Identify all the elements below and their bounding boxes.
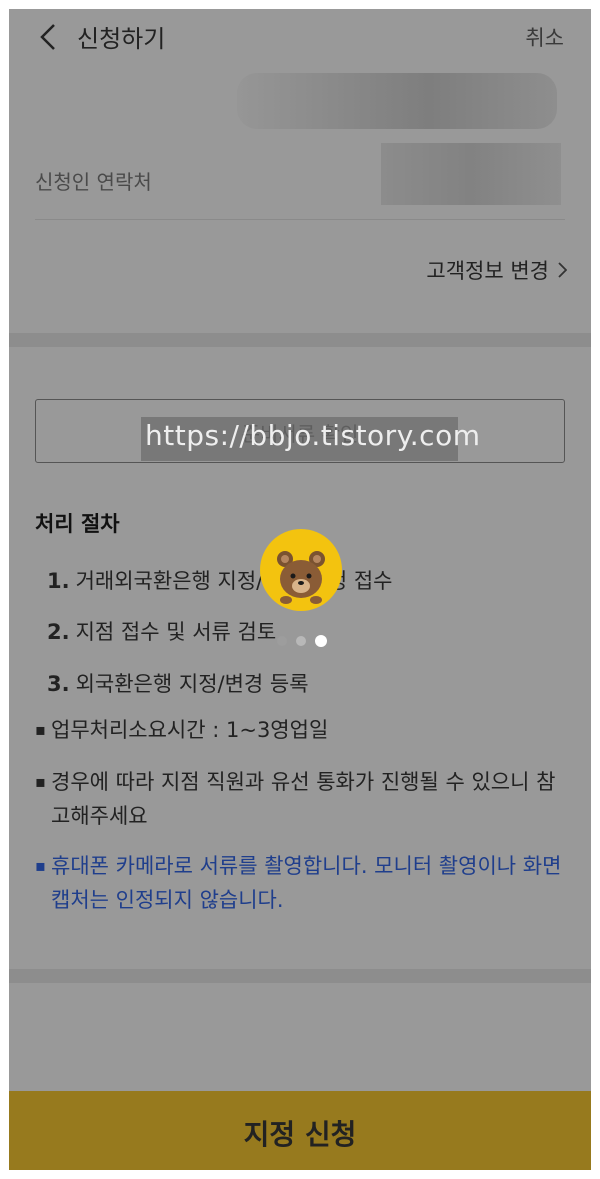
note-text: 업무처리소요시간 : 1~3영업일 <box>51 718 329 742</box>
back-icon[interactable] <box>37 22 61 52</box>
step-text: 외국환은행 지정/변경 등록 <box>75 672 309 696</box>
note-text: 휴대폰 카메라로 서류를 촬영합니다. 모니터 촬영이나 화면캡처는 인정되지 … <box>51 854 562 912</box>
step-text: 지점 접수 및 서류 검토 <box>75 620 277 644</box>
customer-info-change-label: 고객정보 변경 <box>426 259 549 283</box>
redacted-applicant-name <box>237 73 557 129</box>
page-title: 신청하기 <box>77 25 166 53</box>
bear-mascot-icon <box>277 551 325 604</box>
loading-dot <box>277 636 287 646</box>
step-number: 1. <box>47 569 70 593</box>
app-screen: 신청하기 취소 신청인 연락처 고객정보 변경 준비서류 확인 https://… <box>9 9 591 1170</box>
procedure-title: 처리 절차 <box>35 512 120 536</box>
redacted-contact-number <box>381 143 561 205</box>
chevron-right-icon <box>558 262 567 278</box>
bullet-icon: ▪ <box>35 772 46 791</box>
apply-button-label: 지정 신청 <box>243 1118 357 1151</box>
procedure-step: 2. 지점 접수 및 서류 검토 <box>47 616 276 646</box>
cancel-button[interactable]: 취소 <box>525 22 564 52</box>
customer-info-change-link[interactable]: 고객정보 변경 <box>426 255 567 285</box>
procedure-step: 3. 외국환은행 지정/변경 등록 <box>47 668 309 698</box>
bullet-icon: ▪ <box>35 856 46 875</box>
bullet-icon: ▪ <box>35 720 46 739</box>
section-separator <box>9 969 591 983</box>
section-separator <box>9 333 591 347</box>
step-text: 거래외국환은행 지정/변경 신청 접수 <box>75 569 393 593</box>
contact-label: 신청인 연락처 <box>35 170 152 194</box>
loading-dot <box>296 636 306 646</box>
top-bar: 신청하기 취소 <box>9 9 591 65</box>
loading-dots <box>273 634 333 648</box>
watermark-text: https://bbjo.tistory.com <box>145 419 481 452</box>
loading-dot-active <box>315 635 327 647</box>
note-text: 경우에 따라 지점 직원과 유선 통화가 진행될 수 있으니 참고해주세요 <box>51 770 556 828</box>
step-number: 3. <box>47 672 70 696</box>
loading-spinner <box>260 529 342 611</box>
step-number: 2. <box>47 620 70 644</box>
apply-button[interactable]: 지정 신청 <box>9 1091 591 1170</box>
divider <box>35 219 565 220</box>
